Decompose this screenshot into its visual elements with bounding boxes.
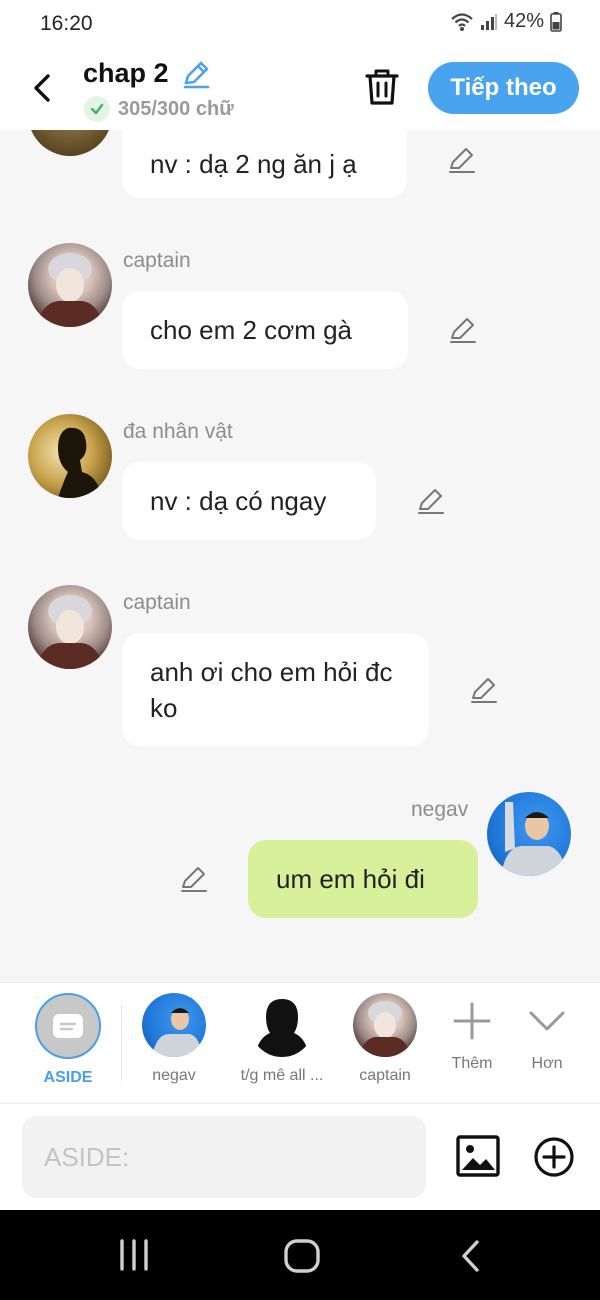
character-negav[interactable]: negav <box>124 993 224 1085</box>
character-captain[interactable]: captain <box>335 993 435 1085</box>
chapter-title: chap 2 <box>83 58 169 88</box>
check-icon <box>84 96 110 122</box>
speaker-name: đa nhân vật <box>123 420 233 443</box>
home-icon[interactable] <box>283 1238 321 1274</box>
my-message-bubble[interactable]: um em hỏi đi <box>248 840 478 918</box>
silhouette-avatar[interactable] <box>28 414 112 498</box>
character-tg-me-all[interactable]: t/g mê all ... <box>232 993 332 1085</box>
recent-apps-icon[interactable] <box>116 1238 152 1272</box>
silhouette-woman-avatar <box>250 993 314 1057</box>
negav-avatar <box>142 993 206 1057</box>
back-nav-icon[interactable] <box>456 1238 486 1274</box>
captain-avatar[interactable] <box>28 585 112 669</box>
dark-sepia-avatar[interactable] <box>28 130 112 156</box>
speaker-name: negav <box>411 798 469 821</box>
more-characters-button[interactable]: Hơn <box>497 997 597 1073</box>
image-icon[interactable] <box>455 1134 501 1178</box>
message-bubble[interactable]: cho em 2 cơm gà <box>122 291 408 369</box>
message-bubble[interactable]: nv : dạ 2 ng ăn j ạ <box>122 130 407 198</box>
battery-percent: 42% <box>503 10 544 32</box>
battery-icon <box>550 11 562 32</box>
edit-message-pencil-icon[interactable] <box>178 863 210 895</box>
character-label: negav <box>152 1067 196 1084</box>
wifi-icon <box>451 12 473 31</box>
next-button[interactable]: Tiếp theo <box>428 62 579 114</box>
message-text: um em hỏi đi <box>276 864 425 894</box>
status-time: 16:20 <box>40 12 93 35</box>
message-bubble[interactable]: nv : dạ có ngay <box>122 462 376 540</box>
character-label: captain <box>359 1067 411 1084</box>
chat-area[interactable]: nv : dạ 2 ng ăn j ạ captain cho em 2 cơm… <box>0 130 600 982</box>
add-circle-icon[interactable] <box>533 1136 575 1178</box>
status-icons: 42% <box>450 10 562 33</box>
input-row <box>0 1104 600 1210</box>
character-selector: ASIDE negav t/g mê all ... captain Thêm … <box>0 982 600 1104</box>
character-aside[interactable]: ASIDE <box>18 993 118 1087</box>
aside-icon <box>35 993 101 1059</box>
edit-message-pencil-icon[interactable] <box>446 144 478 176</box>
word-count: 305/300 chữ <box>118 97 234 120</box>
edit-title-pencil-icon[interactable] <box>180 58 212 90</box>
edit-message-pencil-icon[interactable] <box>415 485 447 517</box>
negav-avatar[interactable] <box>487 792 571 876</box>
character-label: ASIDE <box>43 1069 93 1086</box>
system-nav-bar <box>0 1210 600 1300</box>
character-label: Hơn <box>531 1055 563 1072</box>
word-count-row: 305/300 chữ <box>84 96 234 122</box>
message-text: nv : dạ 2 ng ăn j ạ <box>150 149 357 179</box>
divider <box>121 1005 122 1081</box>
signal-icon <box>480 13 497 30</box>
message-bubble[interactable]: anh ơi cho em hỏi đc ko <box>122 633 429 746</box>
captain-avatar[interactable] <box>28 243 112 327</box>
speaker-name: captain <box>123 249 191 272</box>
edit-message-pencil-icon[interactable] <box>468 674 500 706</box>
back-arrow-icon[interactable] <box>28 68 58 108</box>
message-text: nv : dạ có ngay <box>150 486 327 516</box>
character-label: t/g mê all ... <box>240 1067 324 1084</box>
status-bar: 16:20 42% <box>0 0 600 46</box>
edit-message-pencil-icon[interactable] <box>447 314 479 346</box>
message-text: cho em 2 cơm gà <box>150 315 353 345</box>
trash-icon[interactable] <box>362 66 402 108</box>
app-header: chap 2 305/300 chữ Tiếp theo <box>0 46 600 130</box>
captain-avatar <box>353 993 417 1057</box>
plus-icon <box>453 1002 491 1040</box>
speaker-name: captain <box>123 591 191 614</box>
message-text: anh ơi cho em hỏi đc ko <box>150 656 393 723</box>
chevron-down-icon <box>529 1011 565 1031</box>
message-input[interactable] <box>22 1116 426 1198</box>
